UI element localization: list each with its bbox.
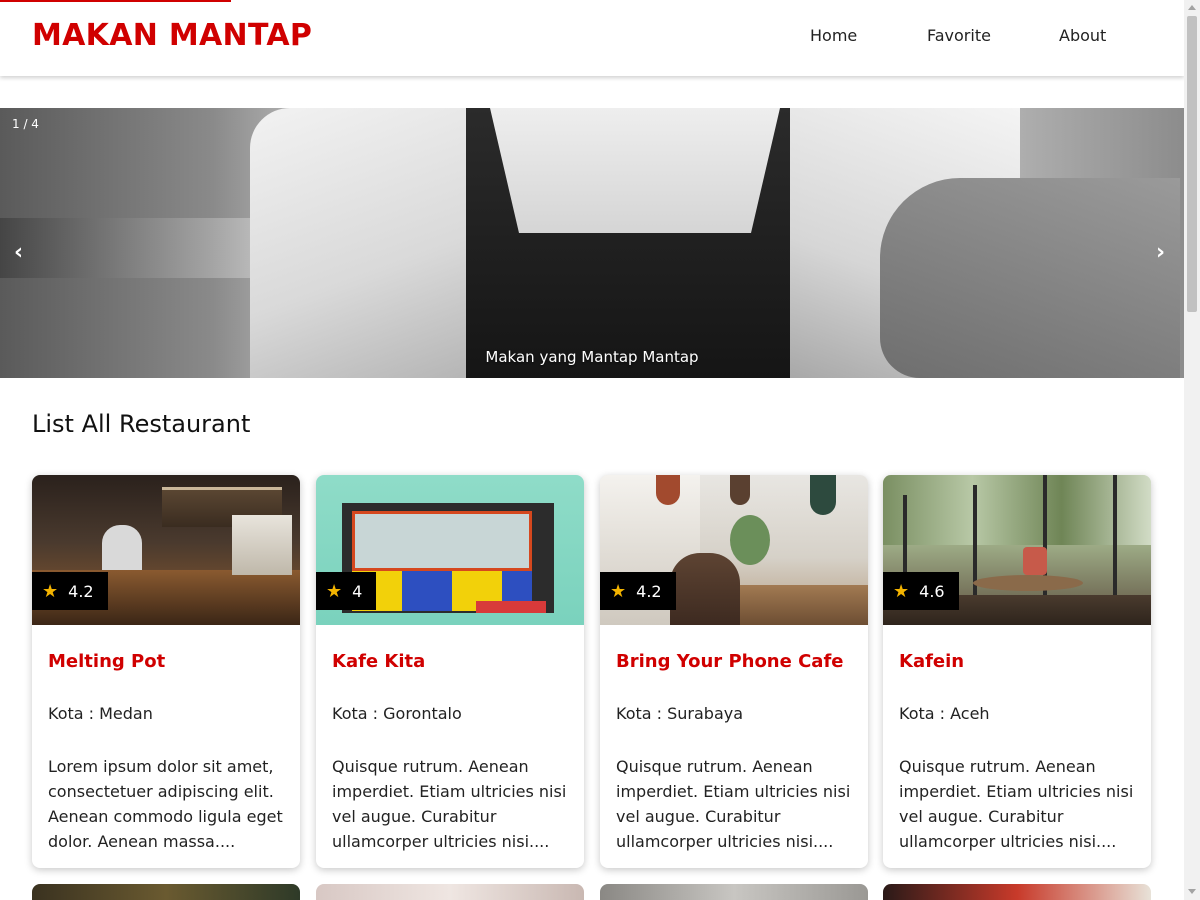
loading-progress-bar [0, 0, 231, 2]
restaurant-card[interactable]: ★ 4 Kafe Kita Kota : Gorontalo Quisque r… [316, 475, 584, 868]
restaurant-name[interactable]: Kafe Kita [332, 651, 425, 672]
nav-favorite-link[interactable]: Favorite [927, 26, 991, 45]
rating-value: 4 [352, 581, 363, 601]
restaurant-card[interactable]: ★ 4.2 Bring Your Phone Cafe Kota : Surab… [600, 475, 868, 868]
restaurant-name[interactable]: Kafein [899, 651, 964, 672]
scroll-down-arrow-icon[interactable] [1188, 889, 1196, 894]
restaurant-city: Kota : Medan [48, 704, 153, 723]
restaurant-description: Quisque rutrum. Aenean imperdiet. Etiam … [899, 757, 1134, 851]
restaurant-card-partial[interactable] [883, 884, 1151, 900]
rating-value: 4.2 [68, 581, 94, 601]
restaurant-city: Kota : Aceh [899, 704, 990, 723]
rating-value: 4.2 [636, 581, 662, 601]
hero-carousel: 1 / 4 ‹ › Makan yang Mantap Mantap [0, 108, 1184, 378]
carousel-prev-icon[interactable]: ‹ [14, 240, 23, 265]
restaurant-city: Kota : Gorontalo [332, 704, 462, 723]
restaurant-name[interactable]: Melting Pot [48, 651, 165, 672]
restaurant-name[interactable]: Bring Your Phone Cafe [616, 651, 844, 672]
star-icon: ★ [893, 580, 910, 602]
rating-badge: ★ 4.2 [32, 572, 108, 610]
section-title: List All Restaurant [32, 410, 251, 438]
star-icon: ★ [42, 580, 59, 602]
star-icon: ★ [326, 580, 343, 602]
restaurant-card[interactable]: ★ 4.2 Melting Pot Kota : Medan Lorem ips… [32, 475, 300, 868]
restaurant-description: Quisque rutrum. Aenean imperdiet. Etiam … [332, 757, 567, 851]
carousel-counter: 1 / 4 [12, 117, 39, 131]
rating-badge: ★ 4.2 [600, 572, 676, 610]
main-nav: Home Favorite About [0, 26, 1184, 50]
carousel-caption: Makan yang Mantap Mantap [485, 348, 699, 366]
app-header: MAKAN MANTAP Home Favorite About [0, 0, 1184, 76]
restaurant-card-partial[interactable] [316, 884, 584, 900]
restaurant-card-partial[interactable] [600, 884, 868, 900]
restaurant-card[interactable]: ★ 4.6 Kafein Kota : Aceh Quisque rutrum.… [883, 475, 1151, 868]
rating-badge: ★ 4 [316, 572, 377, 610]
restaurant-card-partial[interactable] [32, 884, 300, 900]
nav-about-link[interactable]: About [1059, 26, 1106, 45]
page-scrollbar[interactable] [1184, 0, 1200, 900]
carousel-next-icon[interactable]: › [1156, 240, 1165, 265]
scroll-thumb[interactable] [1187, 16, 1197, 312]
scroll-up-arrow-icon[interactable] [1188, 5, 1196, 10]
rating-value: 4.6 [919, 581, 945, 601]
hero-image-background [0, 218, 270, 278]
restaurant-description: Quisque rutrum. Aenean imperdiet. Etiam … [616, 757, 851, 851]
nav-home-link[interactable]: Home [810, 26, 857, 45]
star-icon: ★ [610, 580, 627, 602]
hero-image-shirt-center [490, 108, 780, 233]
restaurant-city: Kota : Surabaya [616, 704, 744, 723]
restaurant-description: Lorem ipsum dolor sit amet, consectetuer… [48, 757, 283, 851]
rating-badge: ★ 4.6 [883, 572, 959, 610]
hero-image-shirt-left [250, 108, 470, 378]
